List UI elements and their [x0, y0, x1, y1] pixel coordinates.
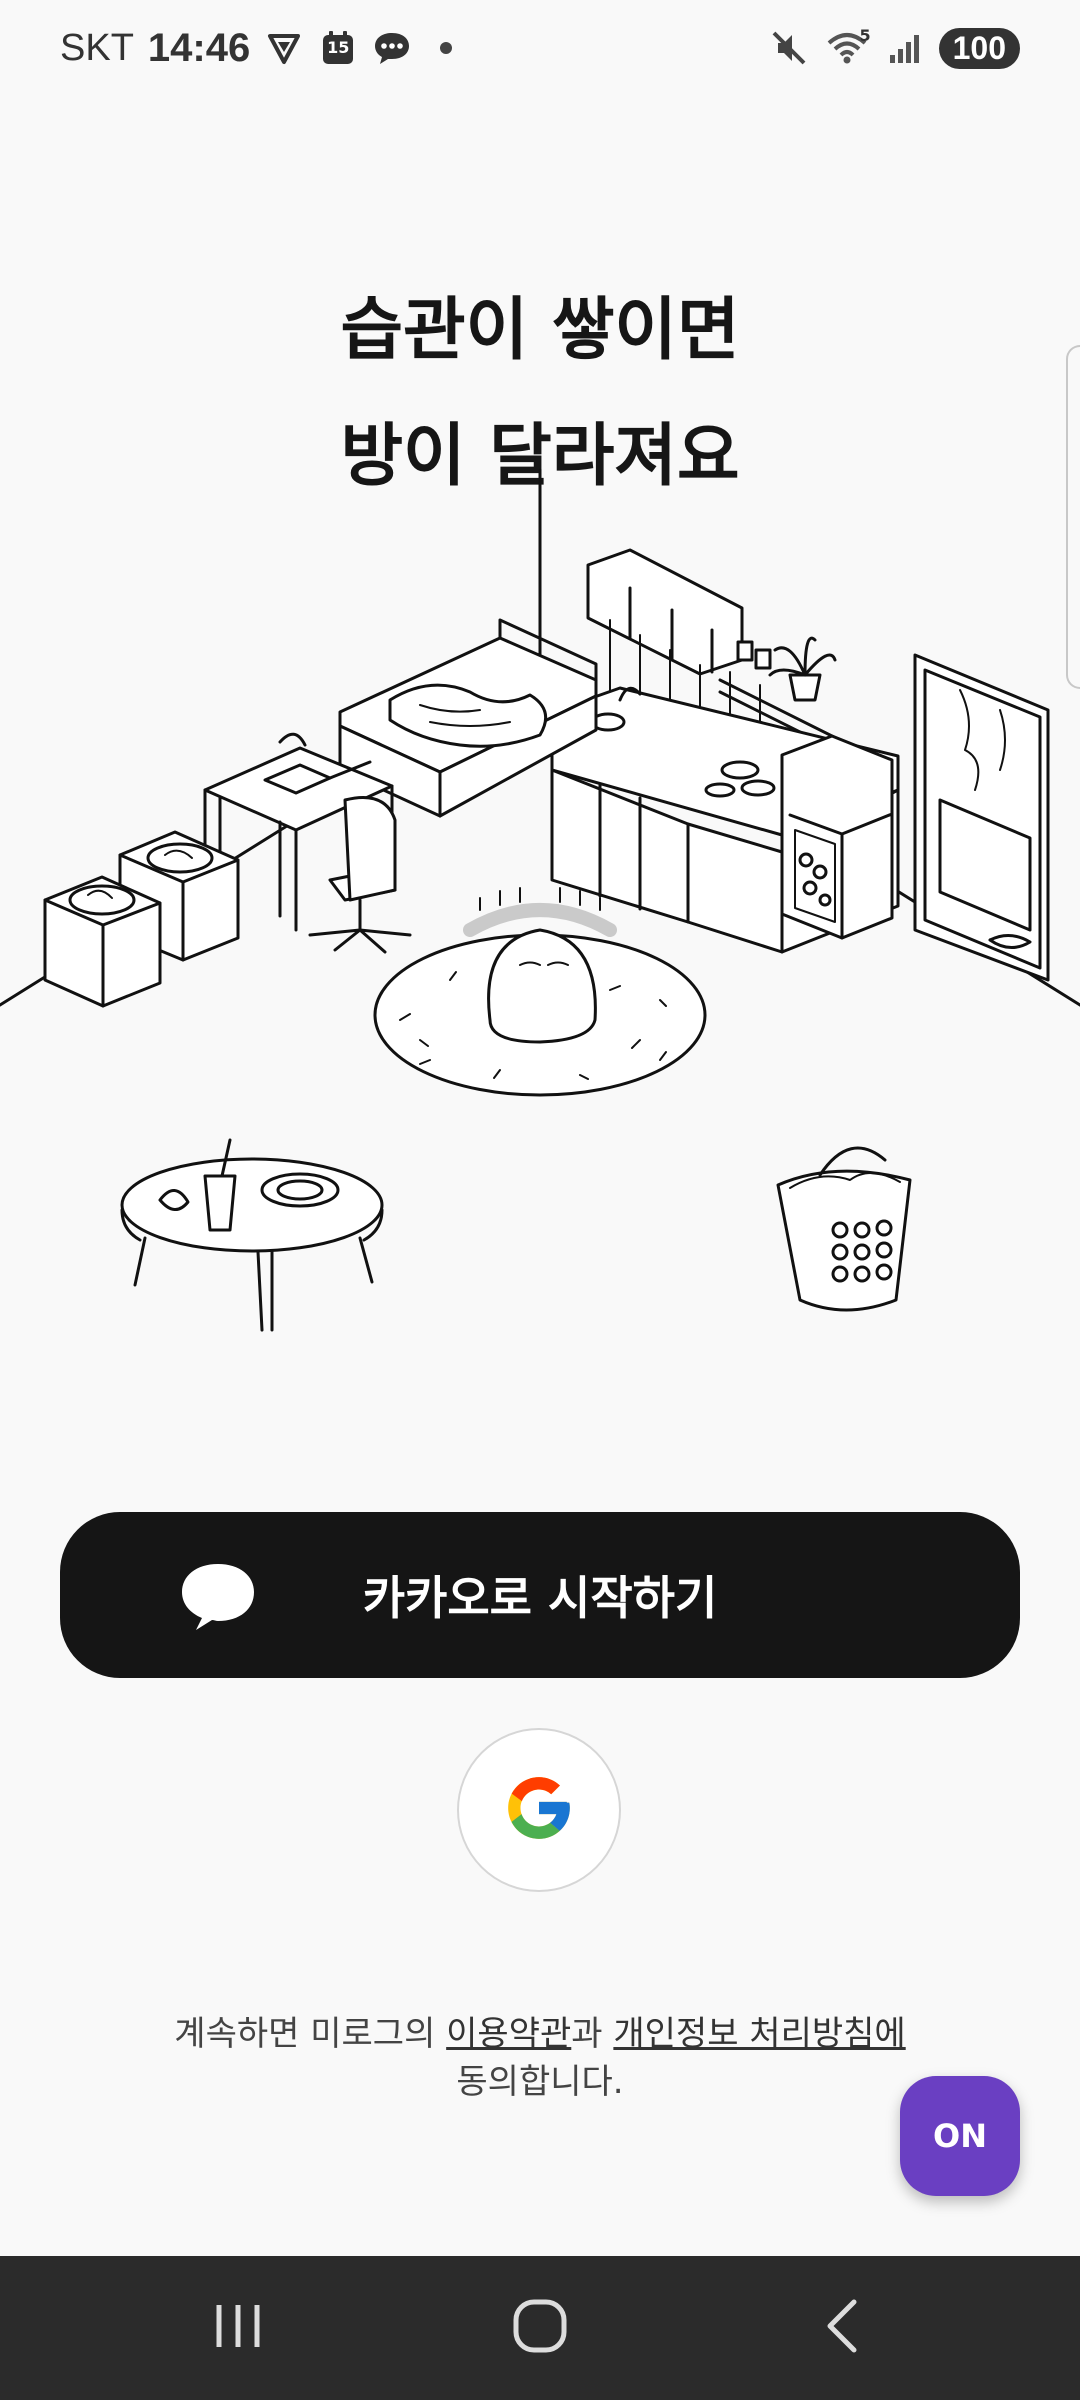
navigation-bar: [0, 2256, 1080, 2400]
messy-room-illustration: [0, 468, 1080, 1332]
on-toggle-button[interactable]: ON: [900, 2076, 1020, 2196]
battery-level: 100: [938, 27, 1020, 69]
calendar-icon: 15: [318, 28, 358, 68]
signal-icon: [885, 28, 925, 68]
recents-button[interactable]: [138, 2256, 338, 2400]
back-icon: [822, 2298, 862, 2358]
rug-with-character: [373, 887, 707, 1097]
back-button[interactable]: [742, 2256, 942, 2400]
headline-line-1: 습관이 쌓이면: [340, 291, 740, 370]
message-icon: [372, 28, 412, 68]
mute-icon: [769, 28, 809, 68]
kakao-login-label: 카카오로 시작하기: [362, 1571, 718, 1625]
trash-bins: [43, 830, 240, 1008]
vpn-shield-icon: [264, 28, 304, 68]
calendar-day: 15: [327, 38, 350, 57]
speech-bubble-icon: [178, 1560, 258, 1636]
kakao-login-button[interactable]: 카카오로 시작하기: [60, 1512, 1020, 1678]
privacy-policy-link[interactable]: 개인정보 처리방침에: [613, 2014, 905, 2054]
wifi-icon: 5: [823, 26, 871, 68]
google-login-button[interactable]: [457, 1728, 621, 1892]
clock: 14:46: [147, 25, 251, 70]
fridge: [780, 734, 894, 940]
status-left: SKT 14:46 15: [60, 22, 466, 74]
terms-of-service-link[interactable]: 이용약관: [446, 2014, 571, 2054]
status-right: 5 100: [769, 22, 1020, 74]
terms-mid: 과: [571, 2014, 614, 2054]
recents-icon: [213, 2301, 263, 2355]
home-icon: [512, 2298, 568, 2358]
terms-prefix: 계속하면 미로그의: [174, 2014, 447, 2054]
bathroom-doorway: [913, 653, 1050, 982]
more-notifications-dot-icon: [426, 28, 466, 68]
google-g-icon: [502, 1771, 576, 1849]
terms-line-1: 계속하면 미로그의 이용약관과 개인정보 처리방침에: [0, 2010, 1080, 2058]
coffee-table: [120, 1138, 384, 1332]
wifi-badge: 5: [859, 26, 871, 45]
laundry-basket: [776, 1146, 912, 1312]
home-button[interactable]: [440, 2256, 640, 2400]
carrier-label: SKT: [60, 26, 134, 69]
status-bar: SKT 14:46 15 5 100: [0, 0, 1080, 96]
